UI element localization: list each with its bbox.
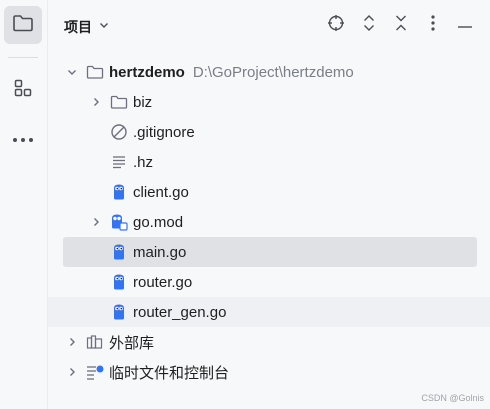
tree-node-label: 外部库 <box>109 334 155 352</box>
project-tool-window: 项目 hertzdemo D:\GoProject\hertzdemo biz … <box>0 0 490 409</box>
tool-window-title: 项目 <box>64 19 92 35</box>
structure-icon <box>13 78 33 103</box>
folder-icon <box>110 93 128 111</box>
tool-window-header: 项目 <box>48 0 490 52</box>
chevron-right-icon[interactable] <box>64 334 80 350</box>
strip-divider <box>8 57 38 58</box>
tree-node-label: client.go <box>133 183 189 201</box>
chevron-down-icon[interactable] <box>64 64 80 80</box>
tree-node-go-mod[interactable]: go.mod <box>48 207 490 237</box>
ignore-file-icon <box>110 123 128 141</box>
folder-icon <box>86 63 104 81</box>
chevron-right-icon[interactable] <box>64 364 80 380</box>
view-selector[interactable]: 项目 <box>64 17 110 37</box>
hide-icon <box>457 16 473 34</box>
more-icon <box>12 130 34 148</box>
hide-button[interactable] <box>454 14 476 36</box>
go-file-icon <box>110 273 128 291</box>
tree-node-client-go[interactable]: client.go <box>48 177 490 207</box>
text-file-icon <box>110 153 128 171</box>
tree-node-label: .gitignore <box>133 123 195 141</box>
tree-node-label: router.go <box>133 273 193 291</box>
locate-file-button[interactable] <box>325 14 347 36</box>
tree-node-main-go[interactable]: main.go <box>63 237 477 267</box>
tree-node-router-gen-go[interactable]: router_gen.go <box>48 297 490 327</box>
chevron-right-icon[interactable] <box>88 94 104 110</box>
root-folder-name: hertzdemo <box>109 63 185 81</box>
options-icon <box>431 14 435 36</box>
folder-icon <box>12 13 34 38</box>
collapse-all-icon <box>393 14 409 37</box>
tree-node-label: go.mod <box>133 213 184 231</box>
tree-node-root[interactable]: hertzdemo D:\GoProject\hertzdemo <box>48 57 490 87</box>
tool-window-strip <box>0 0 48 409</box>
project-tool-button[interactable] <box>4 6 42 44</box>
scratches-icon <box>86 363 104 381</box>
tree-node-label: main.go <box>133 243 187 261</box>
collapse-all-button[interactable] <box>390 14 412 36</box>
go-file-icon <box>110 243 128 261</box>
tree-node-label: biz <box>133 93 153 111</box>
tree-node-external-libraries[interactable]: 外部库 <box>48 327 490 357</box>
options-button[interactable] <box>422 14 444 36</box>
root-folder-path: D:\GoProject\hertzdemo <box>192 63 354 81</box>
tree-node-hz[interactable]: .hz <box>48 147 490 177</box>
tree-node-label: router_gen.go <box>133 303 227 321</box>
tree-node-label: 临时文件和控制台 <box>109 364 230 382</box>
tree-node-router-go[interactable]: router.go <box>48 267 490 297</box>
tree-node-biz[interactable]: biz <box>48 87 490 117</box>
expand-all-icon <box>361 14 377 37</box>
structure-tool-button[interactable] <box>4 71 42 109</box>
watermark: CSDN @Golnis <box>421 393 484 403</box>
more-tools-button[interactable] <box>4 120 42 158</box>
chevron-right-icon[interactable] <box>88 214 104 230</box>
expand-all-button[interactable] <box>358 14 380 36</box>
tree-node-scratches[interactable]: 临时文件和控制台 <box>48 357 490 387</box>
locate-icon <box>327 14 345 37</box>
chevron-down-icon <box>98 18 110 36</box>
go-file-icon <box>110 303 128 321</box>
tree-node-gitignore[interactable]: .gitignore <box>48 117 490 147</box>
go-module-icon <box>110 213 128 231</box>
project-tree: hertzdemo D:\GoProject\hertzdemo biz .gi… <box>48 57 490 387</box>
library-icon <box>86 333 104 351</box>
tree-node-label: .hz <box>133 153 154 171</box>
go-file-icon <box>110 183 128 201</box>
